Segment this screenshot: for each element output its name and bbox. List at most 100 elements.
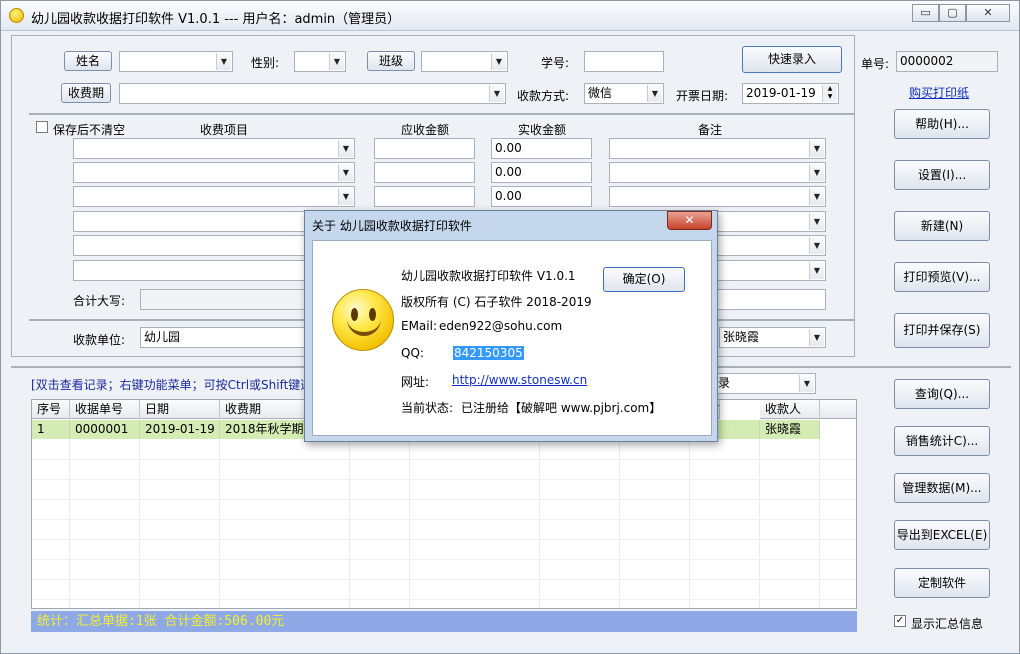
name-combo[interactable]: ▼ — [119, 51, 233, 72]
title-bar: 幼儿园收款收据打印软件 V1.0.1 --- 用户名：admin（管理员） ▭ … — [1, 1, 1019, 31]
print-save-button[interactable]: 打印并保存(S) — [894, 313, 990, 348]
payment-method-label: 收款方式: — [517, 89, 570, 103]
settings-button[interactable]: 设置(I)... — [894, 160, 990, 190]
payment-method-combo[interactable]: 微信 ▼ — [584, 83, 664, 104]
payment-method-value: 微信 — [588, 86, 613, 100]
chevron-down-icon: ▼ — [329, 53, 344, 70]
minimize-button[interactable]: ▭ — [912, 4, 939, 22]
chevron-down-icon: ▼ — [809, 188, 824, 205]
qq-selection: 842150305 — [453, 346, 524, 360]
grid-header-date[interactable]: 日期 — [140, 400, 220, 419]
class-label-button[interactable]: 班级 — [367, 51, 415, 71]
about-email-value: eden922@sohu.com — [439, 319, 563, 333]
smiley-logo-icon — [332, 289, 394, 351]
gender-label: 性别: — [251, 56, 280, 70]
chevron-down-icon: ▼ — [809, 262, 824, 279]
query-button[interactable]: 查询(Q)... — [894, 379, 990, 409]
manage-data-button[interactable]: 管理数据(M)... — [894, 473, 990, 503]
grid-cell-date[interactable]: 2019-01-19 — [140, 420, 220, 439]
unit-label: 收款单位: — [73, 333, 126, 347]
about-close-button[interactable]: ✕ — [667, 211, 712, 230]
class-combo[interactable]: ▼ — [421, 51, 508, 72]
chevron-down-icon: ▼ — [809, 213, 824, 230]
student-id-input[interactable] — [584, 51, 664, 72]
col-note-header: 备注 — [698, 123, 723, 137]
divider — [29, 113, 855, 115]
grid-header-receipt[interactable]: 收据单号 — [70, 400, 140, 419]
records-filter-combo[interactable]: 录 ▼ — [701, 373, 816, 394]
total-amount-field — [701, 289, 826, 310]
invoice-date-value: 2019-01-19 — [746, 86, 816, 100]
new-button[interactable]: 新建(N) — [894, 211, 990, 241]
chevron-down-icon: ▼ — [809, 329, 824, 346]
received-amount-input[interactable]: 0.00 — [491, 138, 592, 159]
chevron-down-icon: ▼ — [809, 237, 824, 254]
total-caps-field — [140, 289, 320, 310]
grid-header-payee[interactable]: 收款人 — [760, 400, 820, 419]
note-combo[interactable]: ▼ — [609, 186, 826, 207]
chevron-down-icon: ▼ — [338, 140, 353, 157]
fee-item-combo[interactable]: ▼ — [73, 162, 355, 183]
about-qq-value[interactable]: 842150305 — [453, 346, 524, 360]
col-item-header: 收费项目 — [200, 123, 249, 137]
spinner-icon[interactable]: ▲ ▼ — [822, 85, 837, 102]
chevron-down-icon: ▼ — [647, 85, 662, 102]
fee-item-combo[interactable]: ▼ — [73, 186, 355, 207]
chevron-down-icon: ▼ — [809, 164, 824, 181]
fee-period-combo[interactable]: ▼ — [119, 83, 506, 104]
due-amount-input[interactable] — [374, 162, 475, 183]
keep-after-save-checkbox[interactable] — [36, 121, 48, 133]
export-excel-button[interactable]: 导出到EXCEL(E) — [894, 520, 990, 550]
about-ok-button[interactable]: 确定(O) — [603, 267, 685, 292]
gender-combo[interactable]: ▼ — [294, 51, 346, 72]
invoice-date-picker[interactable]: 2019-01-19 ▲ ▼ — [742, 83, 839, 104]
note-combo[interactable]: ▼ — [609, 162, 826, 183]
about-email-label: EMail: — [401, 319, 437, 333]
fee-item-combo[interactable]: ▼ — [73, 138, 355, 159]
chevron-down-icon: ▼ — [338, 188, 353, 205]
unit-input[interactable]: 幼儿园 — [140, 327, 320, 348]
due-amount-input[interactable] — [374, 138, 475, 159]
about-copyright: 版权所有 (C) 石子软件 2018-2019 — [401, 295, 592, 309]
custom-software-button[interactable]: 定制软件 — [894, 568, 990, 598]
due-amount-input[interactable] — [374, 186, 475, 207]
about-product: 幼儿园收款收据打印软件 V1.0.1 — [401, 269, 576, 283]
buy-paper-link[interactable]: 购买打印纸 — [909, 84, 969, 101]
fee-period-label-button[interactable]: 收费期 — [61, 83, 111, 103]
name-label-button[interactable]: 姓名 — [64, 51, 112, 71]
maximize-button[interactable]: ▢ — [939, 4, 966, 22]
chevron-down-icon: ▼ — [489, 85, 504, 102]
close-window-button[interactable]: ✕ — [966, 4, 1010, 22]
grid-cell-payee[interactable]: 张晓霞 — [760, 420, 820, 439]
about-site-link[interactable]: http://www.stonesw.cn — [452, 373, 587, 387]
chevron-down-icon: ▼ — [799, 375, 814, 392]
sales-stats-button[interactable]: 销售统计C)... — [894, 426, 990, 456]
note-combo[interactable]: ▼ — [609, 138, 826, 159]
help-button[interactable]: 帮助(H)... — [894, 109, 990, 139]
col-received-header: 实收金额 — [518, 123, 567, 137]
chevron-down-icon: ▼ — [216, 53, 231, 70]
received-amount-input[interactable]: 0.00 — [491, 162, 592, 183]
chevron-down-icon: ▼ — [338, 164, 353, 181]
chevron-down-icon: ▼ — [491, 53, 506, 70]
grid-cell-no[interactable]: 1 — [32, 420, 70, 439]
main-window: 幼儿园收款收据打印软件 V1.0.1 --- 用户名：admin（管理员） ▭ … — [0, 0, 1020, 654]
about-site-label: 网址: — [401, 375, 430, 389]
payee-combo[interactable]: 张晓霞 ▼ — [719, 327, 826, 348]
grid-cell-receipt[interactable]: 0000001 — [70, 420, 140, 439]
keep-after-save-label: 保存后不清空 — [53, 123, 126, 137]
about-dialog-title: 关于 幼儿园收款收据打印软件 — [312, 219, 472, 233]
receipt-no-label: 单号: — [861, 57, 890, 71]
show-summary-checkbox[interactable]: ✓ — [894, 615, 906, 627]
received-amount-input[interactable]: 0.00 — [491, 186, 592, 207]
grid-header-blank — [820, 400, 856, 419]
chevron-down-icon: ▼ — [809, 140, 824, 157]
about-status-value: 已注册给【破解吧 www.pjbrj.com】 — [461, 401, 662, 415]
smiley-app-icon — [9, 8, 24, 23]
total-caps-label: 合计大写: — [73, 294, 126, 308]
mouth — [347, 318, 381, 336]
col-due-header: 应收金额 — [401, 123, 450, 137]
quick-entry-button[interactable]: 快速录入 — [742, 46, 842, 73]
grid-header-no[interactable]: 序号 — [32, 400, 70, 419]
print-preview-button[interactable]: 打印预览(V)... — [894, 262, 990, 292]
